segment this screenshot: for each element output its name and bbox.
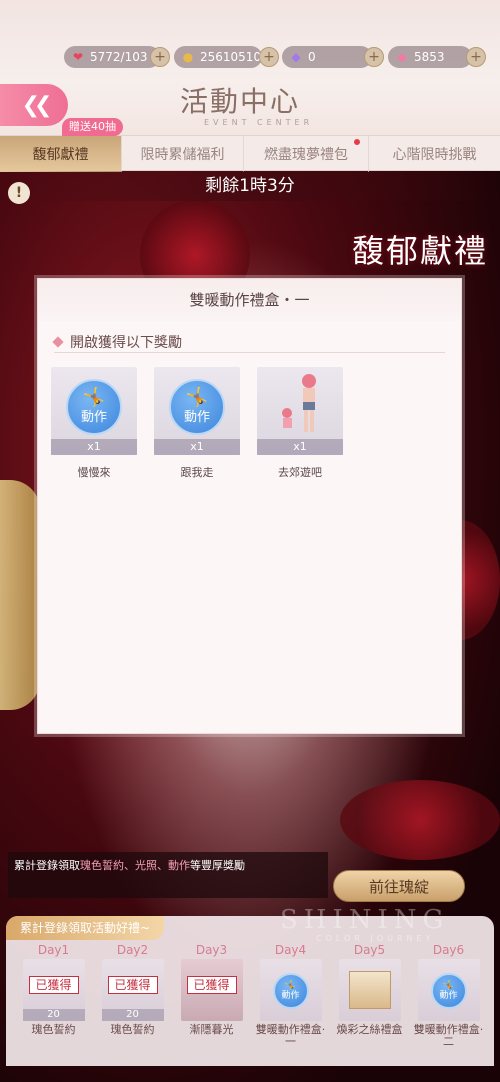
- section-title: 開啟獲得以下獎勵: [70, 334, 182, 351]
- reward-popup: 雙暖動作禮盒・一 開啟獲得以下獎勵 🤸 動作 x1 慢慢來 🤸 動作 x1 跟我…: [37, 278, 462, 734]
- reward-item[interactable]: 🤸 動作 x1 慢慢來: [51, 367, 137, 480]
- action-icon: 🤸 動作: [169, 379, 225, 435]
- reward-item[interactable]: 🤸 動作 x1 跟我走: [154, 367, 240, 480]
- day-label: Day1: [37, 943, 70, 957]
- login-day-list: Day1 已獲得 20 瑰色誓約 Day2 已獲得 20 瑰色誓約 Day3 已…: [14, 943, 488, 1048]
- rose-decoration: [340, 780, 500, 860]
- top-header: ❤ 5772/103 + ● 25610510 + ◆ 0 + ◆ 5853 +…: [0, 0, 500, 135]
- day-reward-name: 煥彩之絲禮盒: [336, 1023, 403, 1036]
- reward-qty: x1: [154, 439, 240, 455]
- day-reward-name: 瑰色誓約: [31, 1023, 76, 1036]
- character-hair: [0, 480, 40, 710]
- currency-stamina: ❤ 5772/103: [64, 46, 160, 68]
- reward-icon-box: x1: [257, 367, 343, 455]
- diamond-bullet-icon: [52, 335, 64, 348]
- tab-label: 限時累儲福利: [140, 147, 225, 163]
- day-reward-name: 雙暖動作禮盒·一: [255, 1023, 326, 1048]
- add-coin-button[interactable]: +: [259, 47, 279, 67]
- go-to-event-button[interactable]: 前往瑰綻: [333, 870, 465, 902]
- reward-section-header: 開啟獲得以下獎勵: [52, 331, 445, 353]
- back-button[interactable]: ❮❮: [0, 84, 68, 126]
- tab-bar: 馥郁獻禮 限時累儲福利 燃盡瑰夢禮包 心階限時挑戰: [0, 135, 500, 172]
- reward-qty: x1: [257, 439, 343, 455]
- day-qty: 20: [101, 1009, 164, 1021]
- tab-label: 馥郁獻禮: [32, 147, 89, 163]
- login-info-text: 累計登錄領取瑰色誓約、光照、動作等豐厚獎勵: [8, 852, 328, 898]
- pink-diamond-icon: ◆: [397, 50, 407, 64]
- claimed-stamp: 已獲得: [186, 976, 237, 994]
- heart-icon: ❤: [72, 50, 84, 64]
- tab-limited-recharge[interactable]: 限時累儲福利: [122, 136, 244, 172]
- popup-title: 雙暖動作禮盒・一: [38, 279, 461, 321]
- game-logo-subtitle: COLOR JOURNEY: [316, 934, 435, 943]
- login-day-item[interactable]: Day3 已獲得 漸隱暮光: [172, 943, 251, 1048]
- reward-icon-box: 🤸 動作 x1: [51, 367, 137, 455]
- reward-qty: x1: [51, 439, 137, 455]
- purple-gem-icon: ◆: [291, 50, 301, 64]
- tab-rose-dream-pack[interactable]: 燃盡瑰夢禮包: [244, 136, 369, 172]
- action-icon: 🤸 動作: [272, 973, 309, 1009]
- double-chevron-left-icon: ❮❮: [21, 92, 53, 118]
- day-label: Day5: [353, 943, 386, 957]
- day-reward-name: 雙暖動作禮盒·二: [413, 1023, 484, 1048]
- page-subtitle: EVENT CENTER: [204, 118, 314, 127]
- currency-value: 5772/103: [90, 50, 148, 64]
- add-pink-diamond-button[interactable]: +: [466, 47, 486, 67]
- action-icon: 🤸 動作: [66, 379, 122, 435]
- currency-value: 0: [308, 50, 316, 64]
- day-reward-name: 漸隱暮光: [189, 1023, 234, 1036]
- reward-name: 去郊遊吧: [278, 466, 322, 479]
- day-reward-box: 🤸 動作: [259, 959, 322, 1021]
- action-icon: 🤸 動作: [430, 973, 467, 1009]
- currency-pink-diamond: ◆ 5853: [388, 46, 472, 68]
- claimed-stamp: 已獲得: [28, 976, 79, 994]
- tab-badge: 贈送40抽: [62, 118, 123, 136]
- day-label: Day4: [274, 943, 307, 957]
- event-timer: 剩餘1時3分: [0, 171, 500, 201]
- login-panel-title: 累計登錄領取活動好禮~: [6, 916, 165, 940]
- tab-heart-challenge[interactable]: 心階限時挑戰: [369, 136, 500, 172]
- gift-box-icon: [348, 971, 391, 1009]
- currency-value: 25610510: [200, 50, 262, 64]
- event-title-art: 馥郁獻禮: [351, 232, 488, 270]
- day-label: Day2: [116, 943, 149, 957]
- reward-item[interactable]: x1 去郊遊吧: [257, 367, 343, 480]
- day-label: Day6: [432, 943, 465, 957]
- login-day-item[interactable]: Day5 煥彩之絲禮盒: [330, 943, 409, 1048]
- currency-coin: ● 25610510: [174, 46, 262, 68]
- day-reward-box: 🤸 動作: [417, 959, 480, 1021]
- day-reward-box: 已獲得: [180, 959, 243, 1021]
- add-purple-gem-button[interactable]: +: [364, 47, 384, 67]
- login-day-item[interactable]: Day4 🤸 動作 雙暖動作禮盒·一: [251, 943, 330, 1048]
- currency-purple-gem: ◆ 0: [282, 46, 372, 68]
- info-icon[interactable]: !: [8, 182, 30, 204]
- day-reward-box: 已獲得 20: [101, 959, 164, 1021]
- day-qty: 20: [22, 1009, 85, 1021]
- reward-list: 🤸 動作 x1 慢慢來 🤸 動作 x1 跟我走 x1 去郊遊吧: [38, 353, 461, 480]
- reward-name: 跟我走: [180, 466, 214, 479]
- login-day-item[interactable]: Day2 已獲得 20 瑰色誓約: [93, 943, 172, 1048]
- day-reward-box: 已獲得 20: [22, 959, 85, 1021]
- add-stamina-button[interactable]: +: [150, 47, 170, 67]
- tab-fragrant-gift[interactable]: 馥郁獻禮: [0, 136, 122, 172]
- currency-value: 5853: [414, 50, 445, 64]
- day-reward-name: 瑰色誓約: [110, 1023, 155, 1036]
- page-title: 活動中心: [180, 85, 301, 118]
- login-day-item[interactable]: Day1 已獲得 20 瑰色誓約: [14, 943, 93, 1048]
- day-label: Day3: [195, 943, 228, 957]
- coin-icon: ●: [182, 50, 194, 64]
- tab-label: 心階限時挑戰: [392, 147, 477, 163]
- reward-icon-box: 🤸 動作 x1: [154, 367, 240, 455]
- day-reward-box: [338, 959, 401, 1021]
- notification-dot: [354, 139, 360, 145]
- photo-couple-icon: [282, 374, 316, 432]
- tab-label: 燃盡瑰夢禮包: [264, 147, 348, 163]
- claimed-stamp: 已獲得: [107, 976, 158, 994]
- login-day-item[interactable]: Day6 🤸 動作 雙暖動作禮盒·二: [409, 943, 488, 1048]
- reward-name: 慢慢來: [77, 466, 111, 479]
